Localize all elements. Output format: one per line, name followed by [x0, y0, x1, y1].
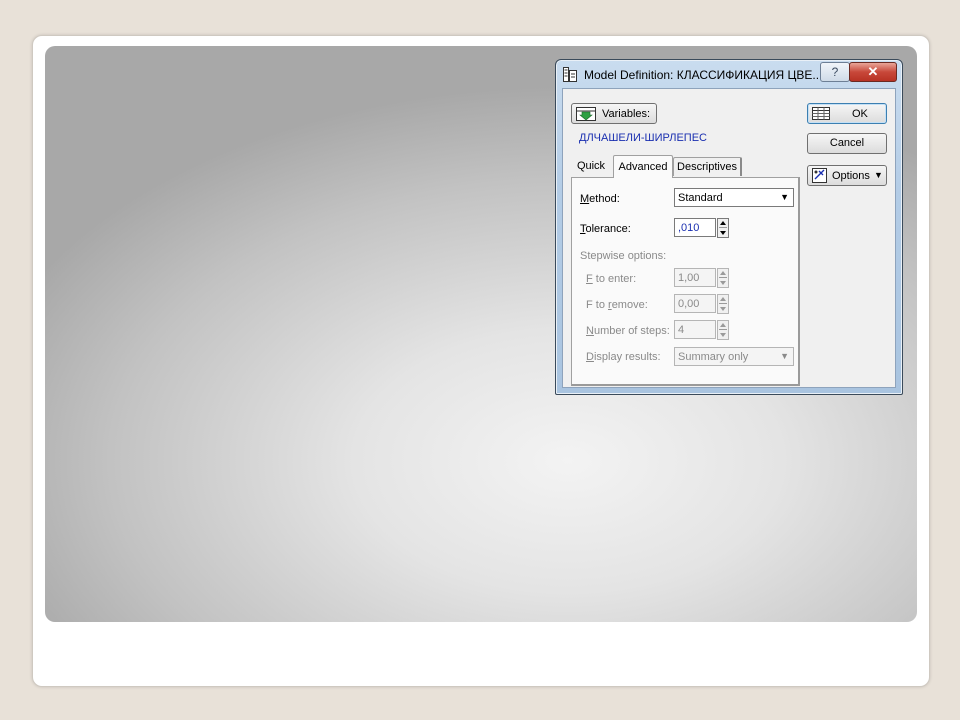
dialog-titlebar[interactable]: Model Definition: КЛАССИФИКАЦИЯ ЦВЕ... ?…: [556, 60, 902, 88]
options-button-label: Options: [832, 170, 870, 182]
method-value: Standard: [678, 192, 723, 204]
tolerance-field[interactable]: ,010: [674, 218, 716, 237]
number-of-steps-spinner[interactable]: [717, 320, 729, 340]
help-button[interactable]: ?: [820, 62, 850, 82]
tolerance-spinner[interactable]: [717, 218, 729, 238]
method-select[interactable]: Standard ▼: [674, 188, 794, 207]
tolerance-value: ,010: [678, 222, 700, 234]
tolerance-label: Tolerance:: [580, 223, 631, 235]
display-results-value: Summary only: [678, 351, 749, 363]
cancel-button-label: Cancel: [829, 137, 865, 149]
variables-button-label: Variables:: [602, 108, 651, 120]
f-to-enter-value: 1,00: [678, 272, 700, 284]
dataset-name: ДЛЧАШЕЛИ-ШИРЛЕПЕС: [579, 132, 707, 144]
f-to-remove-spinner[interactable]: [717, 294, 729, 314]
f-to-enter-field[interactable]: 1,00: [674, 268, 716, 287]
model-definition-dialog: Model Definition: КЛАССИФИКАЦИЯ ЦВЕ... ?…: [555, 59, 903, 395]
ok-button-label: OK: [852, 108, 868, 120]
tab-advanced[interactable]: Advanced: [613, 155, 673, 178]
stepwise-options-label: Stepwise options:: [580, 250, 667, 262]
display-results-select[interactable]: Summary only ▼: [674, 347, 794, 366]
tab-descriptives[interactable]: Descriptives: [673, 157, 742, 176]
f-to-remove-field[interactable]: 0,00: [674, 294, 716, 313]
chevron-down-icon: ▼: [780, 351, 789, 361]
ok-button[interactable]: OK: [807, 103, 887, 124]
variables-icon: [576, 107, 596, 124]
dialog-title: Model Definition: КЛАССИФИКАЦИЯ ЦВЕ...: [584, 68, 823, 82]
f-to-enter-spinner[interactable]: [717, 268, 729, 288]
chevron-down-icon: ▼: [874, 170, 883, 180]
number-of-steps-field[interactable]: 4: [674, 320, 716, 339]
close-button[interactable]: ✕: [849, 62, 897, 82]
cancel-button[interactable]: Cancel: [807, 133, 887, 154]
display-results-label: Display results:: [586, 351, 661, 363]
method-label: Method:: [580, 193, 620, 205]
table-icon: [812, 107, 830, 123]
chevron-down-icon: ▼: [780, 192, 789, 202]
f-to-remove-label: F to remove:: [586, 299, 648, 311]
options-button[interactable]: Options ▼: [807, 165, 887, 186]
variables-button[interactable]: Variables:: [571, 103, 657, 124]
tab-quick[interactable]: Quick: [571, 157, 611, 175]
number-of-steps-label: Number of steps:: [586, 325, 670, 337]
statistica-app-icon: [563, 67, 577, 82]
advanced-tab-panel: Method: Standard ▼ Tolerance: ,010 Stepw…: [571, 177, 800, 386]
options-icon: [812, 168, 827, 186]
number-of-steps-value: 4: [678, 324, 685, 336]
dialog-client-area: Variables: ДЛЧАШЕЛИ-ШИРЛЕПЕС OK Cancel O…: [562, 88, 896, 388]
f-to-remove-value: 0,00: [678, 298, 700, 310]
f-to-enter-label: F to enter:: [586, 273, 637, 285]
